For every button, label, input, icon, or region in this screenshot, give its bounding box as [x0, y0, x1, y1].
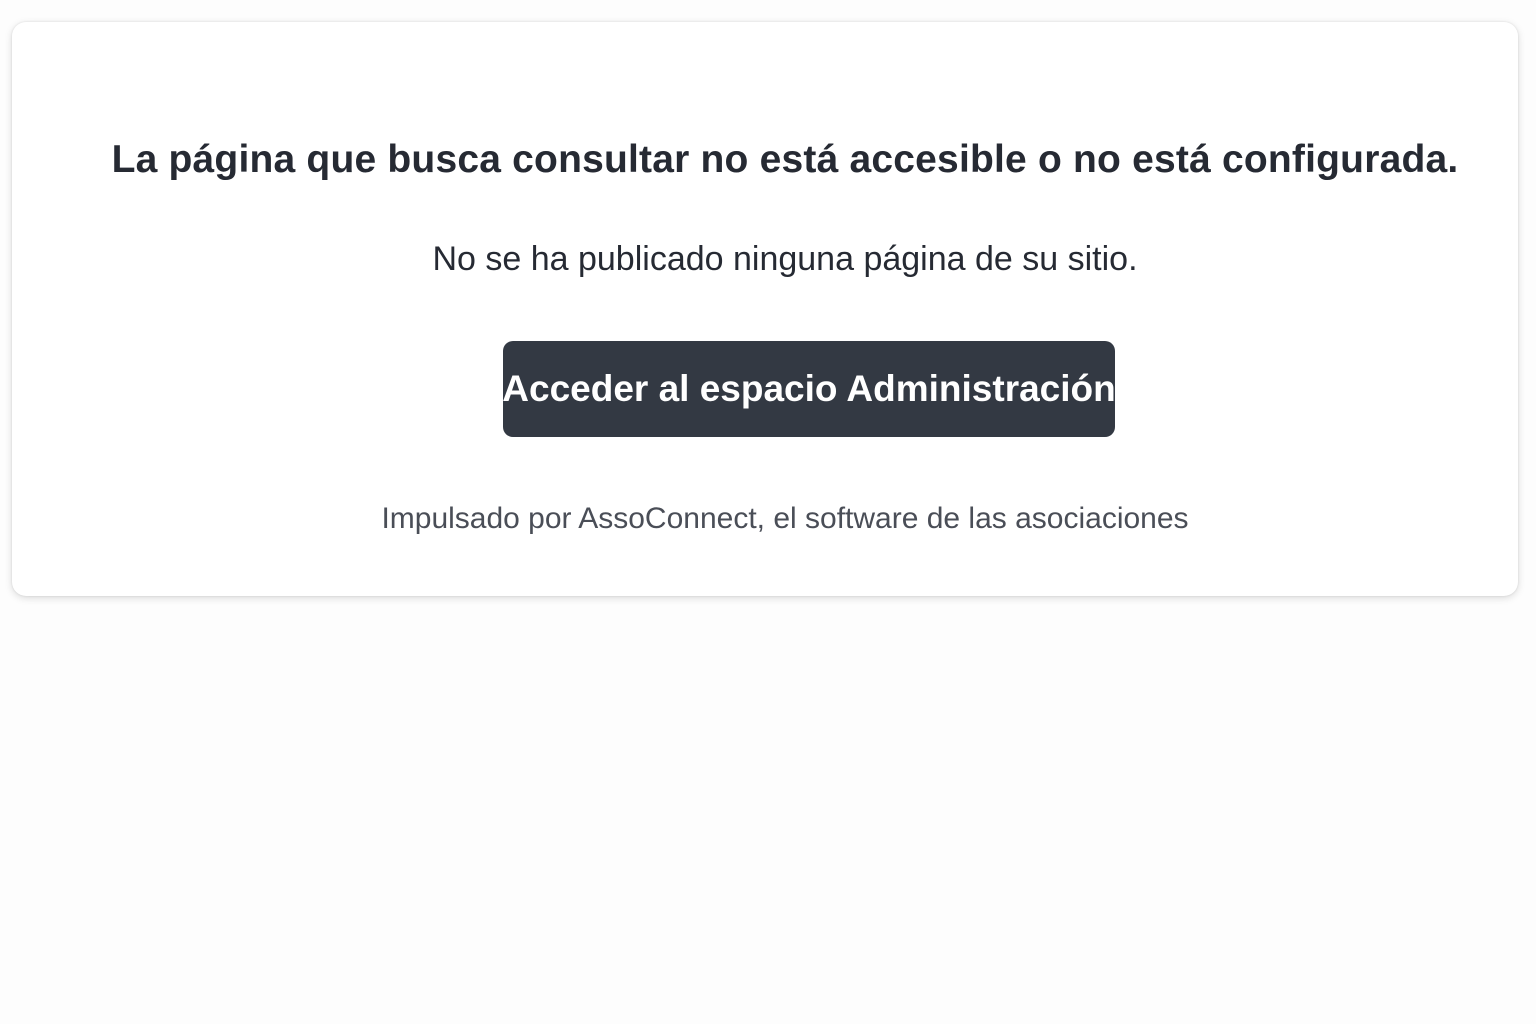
admin-space-button[interactable]: Acceder al espacio Administración: [502, 341, 1116, 437]
page: La página que busca consultar no está ac…: [0, 0, 1536, 1024]
page-title: La página que busca consultar no está ac…: [111, 138, 1459, 181]
status-message: No se ha publicado ninguna página de su …: [432, 240, 1138, 278]
error-card: La página que busca consultar no está ac…: [12, 22, 1518, 596]
powered-by-text: Impulsado por AssoConnect, el software d…: [12, 502, 1518, 536]
powered-by-link[interactable]: Impulsado por AssoConnect, el software d…: [381, 502, 1188, 535]
